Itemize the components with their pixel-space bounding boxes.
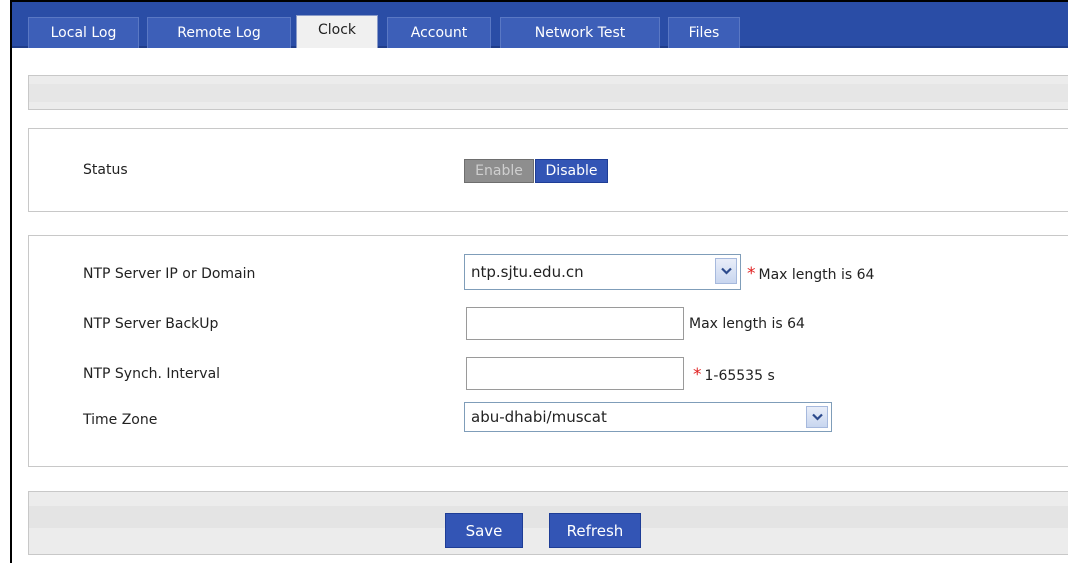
ntp-backup-label: NTP Server BackUp (83, 316, 219, 332)
required-marker: * (693, 365, 702, 385)
ntp-interval-label: NTP Synch. Interval (83, 366, 221, 382)
save-button[interactable]: Save (445, 513, 523, 548)
tab-label: Remote Log (177, 25, 261, 41)
timezone-value: abu-dhabi/muscat (471, 408, 607, 426)
header-strip (28, 75, 1068, 110)
tab-label: Account (410, 25, 468, 41)
ntp-backup-hint: Max length is 64 (689, 316, 805, 332)
tab-label: Files (688, 25, 720, 41)
chevron-down-icon[interactable] (806, 406, 828, 428)
ntp-backup-input[interactable] (466, 307, 684, 340)
timezone-label: Time Zone (83, 412, 158, 428)
ntp-server-value: ntp.sjtu.edu.cn (471, 263, 584, 281)
tab-label: Network Test (534, 25, 626, 41)
tab-local-log[interactable]: Local Log (28, 17, 139, 48)
ntp-server-label: NTP Server IP or Domain (83, 266, 256, 282)
tab-network-test[interactable]: Network Test (500, 17, 660, 48)
refresh-button[interactable]: Refresh (549, 513, 641, 548)
enable-button[interactable]: Enable (464, 159, 534, 183)
tab-files[interactable]: Files (668, 17, 740, 48)
disable-button[interactable]: Disable (535, 159, 608, 183)
required-marker: * (747, 264, 756, 284)
ntp-interval-hint-text: 1-65535 s (704, 368, 775, 384)
status-label: Status (83, 162, 128, 178)
status-panel: Status Enable Disable (28, 128, 1068, 212)
enable-button-label: Enable (475, 163, 523, 179)
disable-button-label: Disable (545, 163, 598, 179)
tab-bar: Local Log Remote Log Clock Account Netwo… (12, 2, 1068, 48)
tab-remote-log[interactable]: Remote Log (147, 17, 291, 48)
header-strip-band (29, 84, 1068, 102)
tab-label: Clock (317, 22, 357, 38)
ntp-server-hint-text: Max length is 64 (758, 267, 875, 283)
ntp-settings-panel: NTP Server IP or Domain ntp.sjtu.edu.cn … (28, 235, 1068, 467)
ntp-server-hint: * Max length is 64 (747, 264, 874, 284)
chevron-down-icon[interactable] (715, 258, 737, 284)
refresh-button-label: Refresh (566, 521, 624, 540)
save-button-label: Save (465, 521, 503, 540)
tab-label: Local Log (50, 25, 117, 41)
ntp-interval-hint: * 1-65535 s (693, 365, 775, 385)
ntp-server-select[interactable]: ntp.sjtu.edu.cn (464, 254, 741, 290)
actions-bar: Save Refresh (28, 491, 1068, 555)
ntp-interval-input[interactable] (466, 357, 684, 390)
window-frame: Local Log Remote Log Clock Account Netwo… (10, 0, 1068, 563)
timezone-select[interactable]: abu-dhabi/muscat (464, 402, 832, 432)
tab-clock[interactable]: Clock (296, 15, 378, 48)
tab-account[interactable]: Account (387, 17, 491, 48)
